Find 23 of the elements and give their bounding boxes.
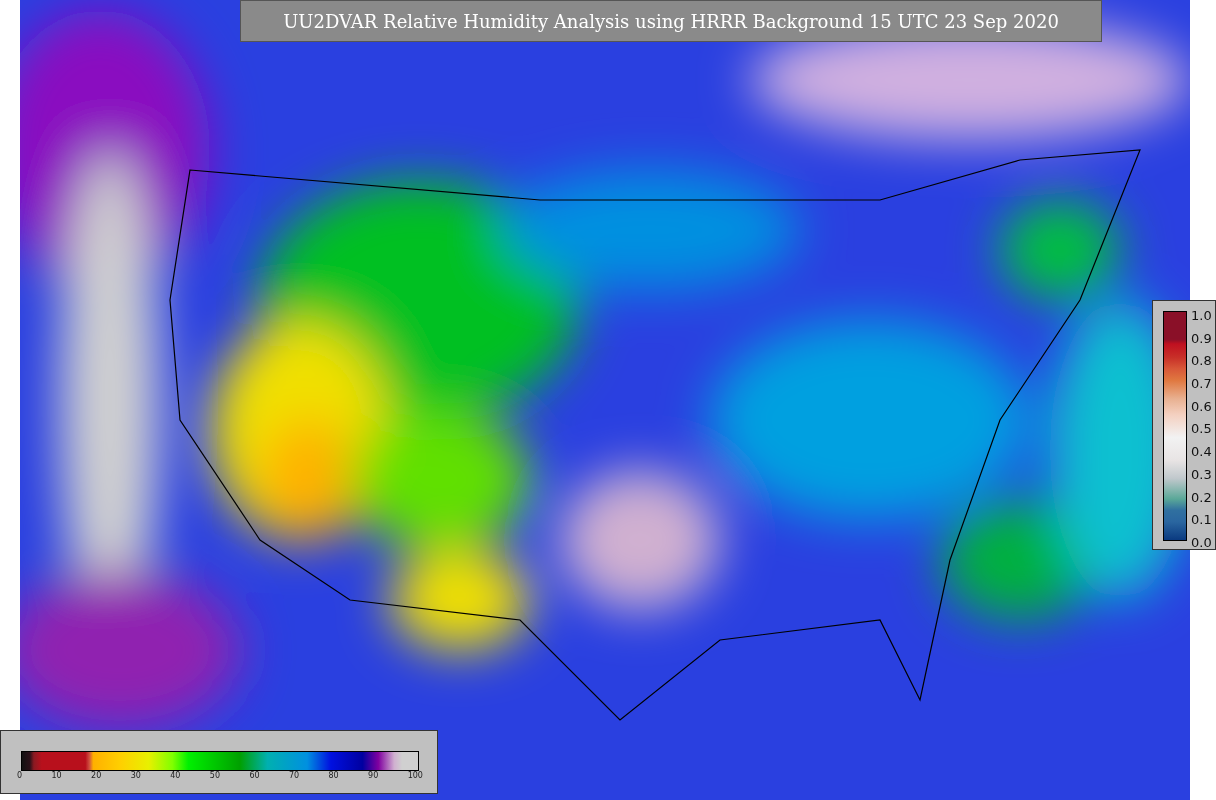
tick-label: 60 — [249, 771, 260, 780]
tick-label: 0.5 — [1191, 422, 1212, 436]
tick-label: 0.0 — [1191, 535, 1212, 549]
tick-label: 0.2 — [1191, 490, 1212, 504]
tick-label: 90 — [368, 771, 379, 780]
tick-label: 100 — [407, 771, 423, 780]
tick-label: 0.4 — [1191, 445, 1212, 459]
tick-label: 0.1 — [1191, 513, 1212, 527]
tick-label: 0.6 — [1191, 399, 1212, 413]
tick-label: 0.8 — [1191, 354, 1212, 368]
tick-label: 0.9 — [1191, 331, 1212, 345]
tick-label: 30 — [130, 771, 141, 780]
tick-label: 40 — [170, 771, 181, 780]
tick-label: 0 — [17, 771, 23, 780]
tick-label: 10 — [51, 771, 62, 780]
tick-label: 20 — [91, 771, 102, 780]
tick-label: 70 — [288, 771, 300, 780]
tick-label: 0.7 — [1191, 377, 1212, 391]
map-title: UU2DVAR Relative Humidity Analysis using HRRR Background 15 UTC 23 Sep 2020 — [240, 0, 1102, 42]
tick-label: 80 — [328, 771, 339, 780]
tick-label: 0.3 — [1191, 467, 1212, 481]
tick-label: 1.0 — [1191, 309, 1212, 322]
tick-label: 50 — [209, 771, 220, 780]
